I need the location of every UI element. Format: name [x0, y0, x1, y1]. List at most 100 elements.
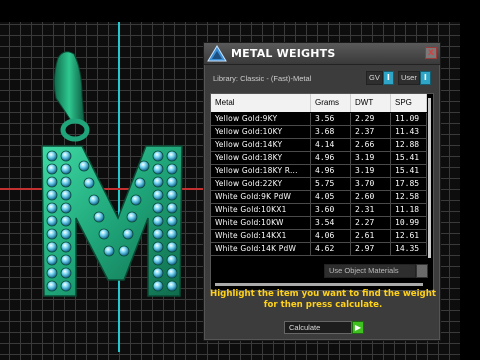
- gem-setting: [152, 254, 164, 266]
- gem-setting: [46, 215, 58, 227]
- metal-name-cell: White Gold:14KX1: [211, 230, 311, 242]
- gem-setting: [152, 267, 164, 279]
- gem-setting: [166, 228, 178, 240]
- gv-toggle[interactable]: GV I: [366, 71, 394, 85]
- dwt-cell: 3.19: [351, 165, 391, 177]
- table-row[interactable]: White Gold:10KX1 3.60 2.31 11.18: [211, 204, 427, 217]
- gem-setting: [46, 150, 58, 162]
- dialog-titlebar[interactable]: METAL WEIGHTS x: [204, 43, 440, 65]
- gem-setting: [152, 176, 164, 188]
- dwt-cell: 2.31: [351, 204, 391, 216]
- gem-setting: [60, 202, 72, 214]
- grams-cell: 5.75: [311, 178, 351, 190]
- column-header-metal[interactable]: Metal: [211, 94, 311, 112]
- table-row[interactable]: White Gold:10KW 3.54 2.27 10.99: [211, 217, 427, 230]
- use-object-materials-switch[interactable]: [416, 264, 428, 278]
- table-row[interactable]: Yellow Gold:9KY 3.56 2.29 11.09: [211, 113, 427, 126]
- play-arrow-icon[interactable]: ▶: [352, 321, 364, 334]
- use-object-materials-toggle[interactable]: Use Object Materials: [324, 264, 428, 278]
- spg-cell: 11.43: [391, 126, 427, 138]
- metal-name-cell: White Gold:14K PdW: [211, 243, 311, 255]
- grams-cell: 4.14: [311, 139, 351, 151]
- gem-setting: [122, 228, 134, 240]
- gem-setting: [152, 228, 164, 240]
- table-header: Metal Grams DWT SPG: [211, 94, 427, 112]
- spg-cell: 12.61: [391, 230, 427, 242]
- viewport-top-strip: [0, 0, 480, 22]
- gem-setting: [166, 254, 178, 266]
- user-toggle-label: User: [398, 71, 420, 85]
- metal-name-cell: Yellow Gold:18KY R...: [211, 165, 311, 177]
- gv-toggle-label: GV: [366, 71, 383, 85]
- metal-name-cell: White Gold:9K PdW: [211, 191, 311, 203]
- gem-setting: [130, 194, 142, 206]
- user-toggle-switch[interactable]: I: [419, 71, 431, 85]
- gem-setting: [152, 150, 164, 162]
- vertical-scrollbar[interactable]: [428, 98, 431, 258]
- table-row[interactable]: Yellow Gold:10KY 3.68 2.37 11.43: [211, 126, 427, 139]
- instructions-text: Highlight the item you want to find the …: [210, 289, 436, 310]
- gem-setting: [60, 176, 72, 188]
- gem-setting: [166, 267, 178, 279]
- column-header-grams[interactable]: Grams: [311, 94, 351, 112]
- gem-setting: [46, 189, 58, 201]
- dwt-cell: 2.37: [351, 126, 391, 138]
- metal-name-cell: Yellow Gold:9KY: [211, 113, 311, 125]
- metal-name-cell: White Gold:10KX1: [211, 204, 311, 216]
- grams-cell: 3.68: [311, 126, 351, 138]
- dwt-cell: 2.61: [351, 230, 391, 242]
- calculate-button[interactable]: Calculate ▶: [284, 321, 364, 334]
- gem-setting: [166, 280, 178, 292]
- horizontal-scrollbar[interactable]: [215, 283, 423, 286]
- table-row[interactable]: White Gold:9K PdW 4.05 2.60 12.58: [211, 191, 427, 204]
- table-row[interactable]: Yellow Gold:18KY 4.96 3.19 15.41: [211, 152, 427, 165]
- grams-cell: 4.96: [311, 152, 351, 164]
- gem-setting: [60, 267, 72, 279]
- grams-cell: 3.54: [311, 217, 351, 229]
- table-row[interactable]: Yellow Gold:18KY R... 4.96 3.19 15.41: [211, 165, 427, 178]
- metal-table[interactable]: Metal Grams DWT SPG Yellow Gold:9KY 3.56 2…: [210, 93, 434, 291]
- gem-setting: [46, 254, 58, 266]
- gem-setting: [166, 215, 178, 227]
- column-header-spg[interactable]: SPG: [391, 94, 427, 112]
- gem-setting: [60, 163, 72, 175]
- gem-setting: [93, 211, 105, 223]
- gem-setting: [83, 177, 95, 189]
- dwt-cell: 2.97: [351, 243, 391, 255]
- calculate-label: Calculate: [284, 321, 352, 334]
- spg-cell: 15.41: [391, 152, 427, 164]
- dwt-cell: 2.66: [351, 139, 391, 151]
- dwt-cell: 2.60: [351, 191, 391, 203]
- table-row[interactable]: Yellow Gold:22KY 5.75 3.70 17.85: [211, 178, 427, 191]
- dwt-cell: 3.70: [351, 178, 391, 190]
- gv-toggle-switch[interactable]: I: [382, 71, 394, 85]
- gem-setting: [60, 189, 72, 201]
- user-toggle[interactable]: User I: [398, 71, 431, 85]
- table-row[interactable]: White Gold:14KX1 4.06 2.61 12.61: [211, 230, 427, 243]
- gem-setting: [60, 241, 72, 253]
- gem-setting: [78, 160, 90, 172]
- spg-cell: 14.35: [391, 243, 427, 255]
- close-icon[interactable]: x: [425, 47, 437, 59]
- table-row[interactable]: Yellow Gold:14KY 4.14 2.66 12.88: [211, 139, 427, 152]
- table-row[interactable]: White Gold:14K PdW 4.62 2.97 14.35: [211, 243, 427, 256]
- spg-cell: 12.58: [391, 191, 427, 203]
- column-header-dwt[interactable]: DWT: [351, 94, 391, 112]
- grams-cell: 4.96: [311, 165, 351, 177]
- letter-m-pendant-model[interactable]: [20, 48, 220, 308]
- spg-cell: 10.99: [391, 217, 427, 229]
- gem-setting: [103, 245, 115, 257]
- gem-setting: [46, 280, 58, 292]
- grams-cell: 4.06: [311, 230, 351, 242]
- gem-setting: [46, 267, 58, 279]
- gem-setting: [98, 228, 110, 240]
- spg-cell: 11.18: [391, 204, 427, 216]
- gem-setting: [152, 202, 164, 214]
- gem-setting: [126, 211, 138, 223]
- gem-setting: [60, 150, 72, 162]
- gem-setting: [46, 176, 58, 188]
- dwt-cell: 2.27: [351, 217, 391, 229]
- gem-setting: [166, 150, 178, 162]
- metal-name-cell: Yellow Gold:14KY: [211, 139, 311, 151]
- gem-setting: [60, 280, 72, 292]
